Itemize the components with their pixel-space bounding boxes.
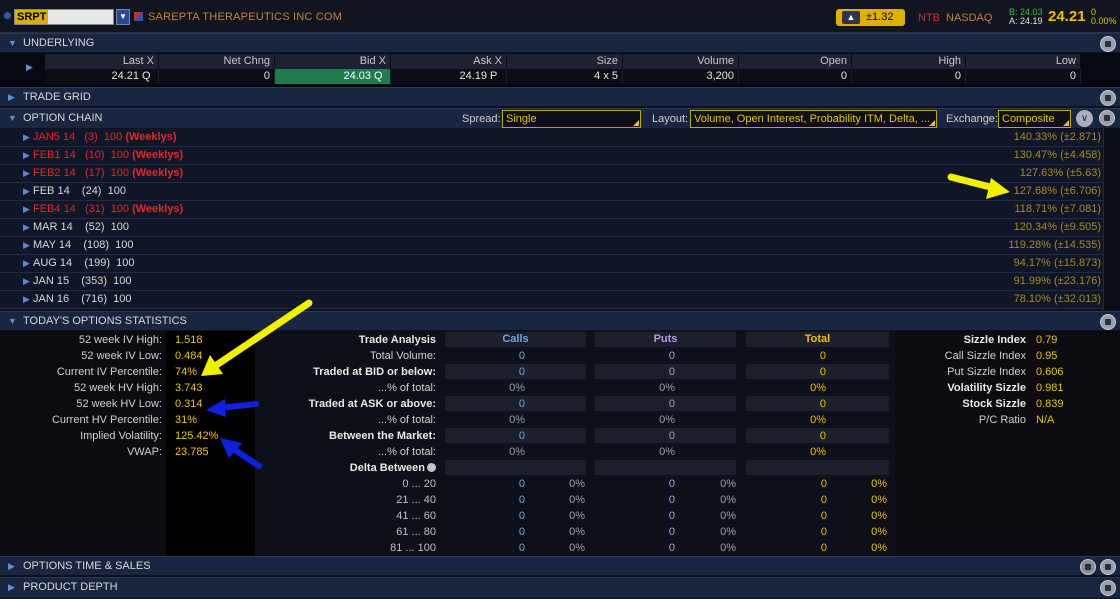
blue-arrow-hv-low <box>206 399 259 417</box>
annotation-arrows <box>201 173 1010 469</box>
yellow-arrow-iv-percentile <box>201 299 313 376</box>
blue-arrow-implied-vol <box>220 438 262 469</box>
yellow-arrow-chain <box>947 173 1010 199</box>
